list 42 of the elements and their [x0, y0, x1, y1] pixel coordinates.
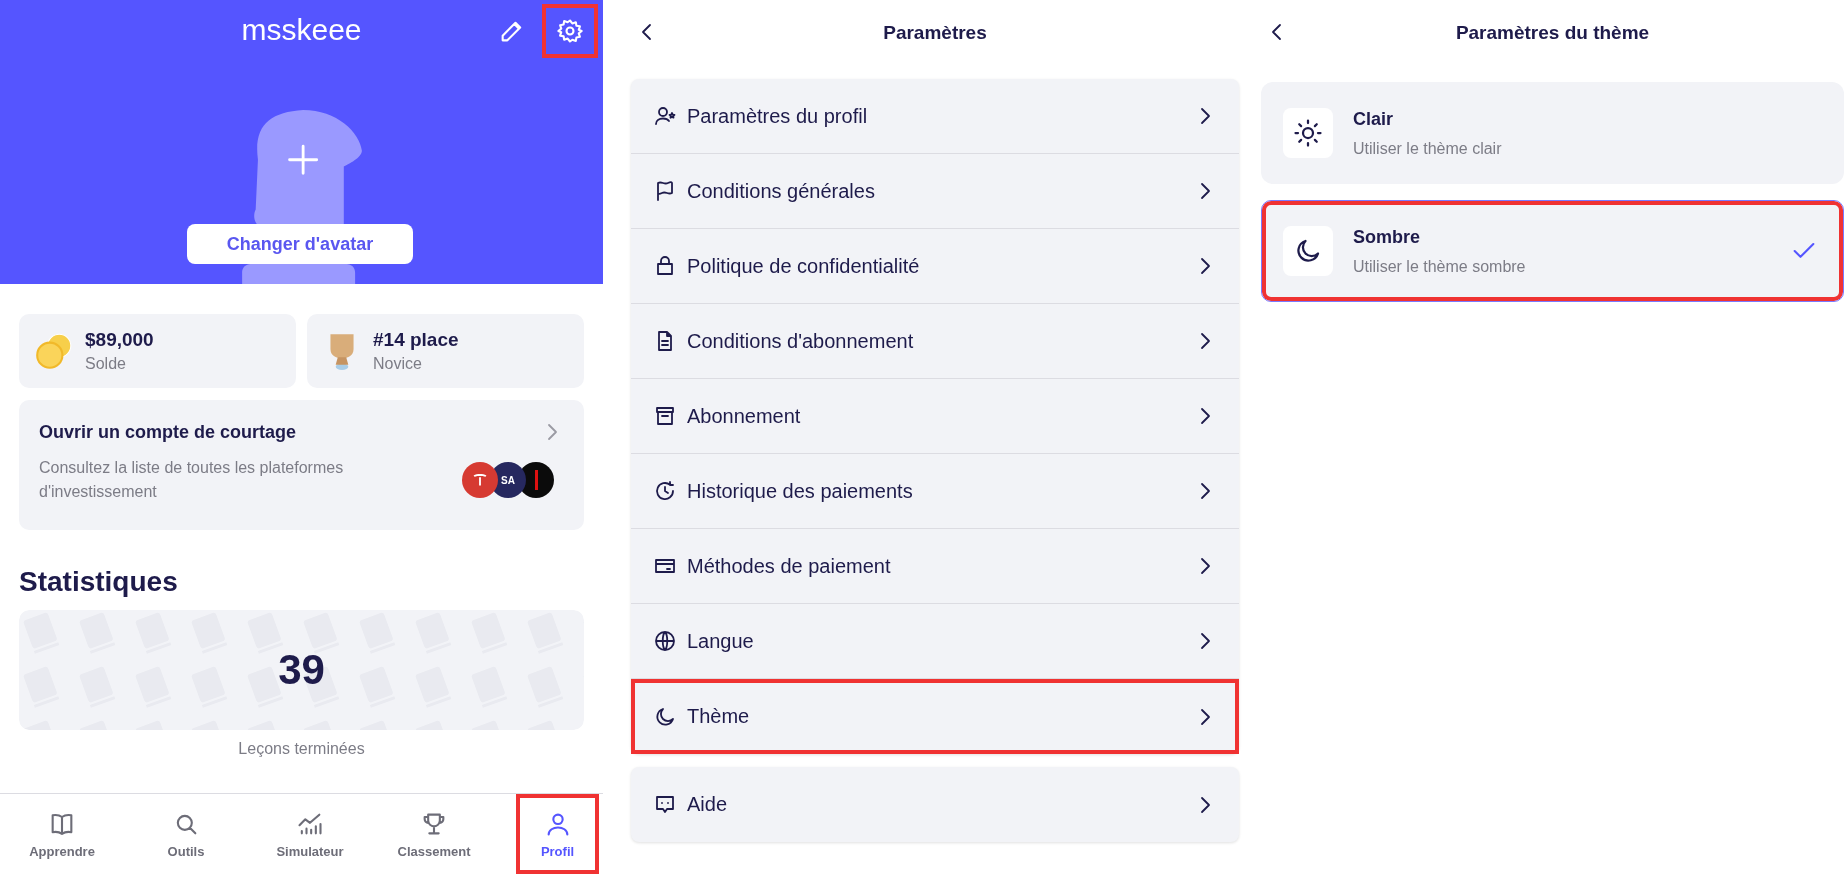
- lessons-count: 39: [278, 646, 325, 694]
- broker-title: Ouvrir un compte de courtage: [39, 421, 297, 443]
- username: msskeee: [241, 13, 362, 47]
- section-heading: Statistiques: [19, 566, 179, 598]
- settings-icon: [556, 17, 584, 45]
- person-star-icon: [653, 104, 677, 128]
- archive-icon: [653, 404, 677, 428]
- settings-item[interactable]: Historique des paiements: [631, 454, 1239, 529]
- settings-item[interactable]: Politique de confidentialité: [631, 229, 1239, 304]
- nav-tab[interactable]: Simulateur: [248, 794, 372, 874]
- nav-tab[interactable]: Outils: [124, 794, 248, 874]
- nav-tab[interactable]: Classement: [372, 794, 496, 874]
- stat-label: Solde: [85, 355, 127, 373]
- nav-tab[interactable]: Profil: [516, 794, 599, 874]
- settings-item[interactable]: Conditions d'abonnement: [631, 304, 1239, 379]
- option-title: Clair: [1353, 108, 1395, 130]
- option-title: Sombre: [1353, 226, 1422, 248]
- nav-tab[interactable]: Apprendre: [0, 794, 124, 874]
- page-title: Paramètres du thème: [1455, 22, 1650, 44]
- settings-item[interactable]: Paramètres du profil: [631, 79, 1239, 154]
- page-title: Paramètres: [883, 22, 987, 44]
- settings-item[interactable]: Conditions générales: [631, 154, 1239, 229]
- sun-icon: [1293, 118, 1323, 148]
- history-icon: [653, 479, 677, 503]
- theme-option[interactable]: Sombre Utiliser le thème sombre: [1261, 200, 1844, 302]
- theme-option[interactable]: Clair Utiliser le thème clair: [1261, 82, 1844, 184]
- globe-icon: [653, 629, 677, 653]
- settings-item[interactable]: Langue: [631, 604, 1239, 679]
- stat-value: $89,000: [85, 329, 154, 351]
- settings-item[interactable]: Abonnement: [631, 379, 1239, 454]
- settings-item[interactable]: Thème: [631, 679, 1239, 754]
- lessons-label: Leçons terminées: [237, 740, 366, 758]
- settings-item[interactable]: Méthodes de paiement: [631, 529, 1239, 604]
- settings-button[interactable]: [542, 4, 598, 58]
- broker-card[interactable]: Ouvrir un compte de courtage Consultez la liste de toutes les plateformes d'investissement SA: [19, 400, 584, 530]
- broker-description: Consultez la liste de toutes les plateformes d'investissement: [39, 458, 345, 502]
- settings-item[interactable]: Aide: [631, 767, 1239, 842]
- stat-value: #14 place: [373, 329, 459, 351]
- change-avatar-button[interactable]: Changer d'avatar: [187, 224, 413, 264]
- stat-label: Novice: [373, 355, 423, 373]
- option-subtitle: Utiliser le thème sombre: [1353, 257, 1527, 276]
- option-subtitle: Utiliser le thème clair: [1353, 139, 1503, 158]
